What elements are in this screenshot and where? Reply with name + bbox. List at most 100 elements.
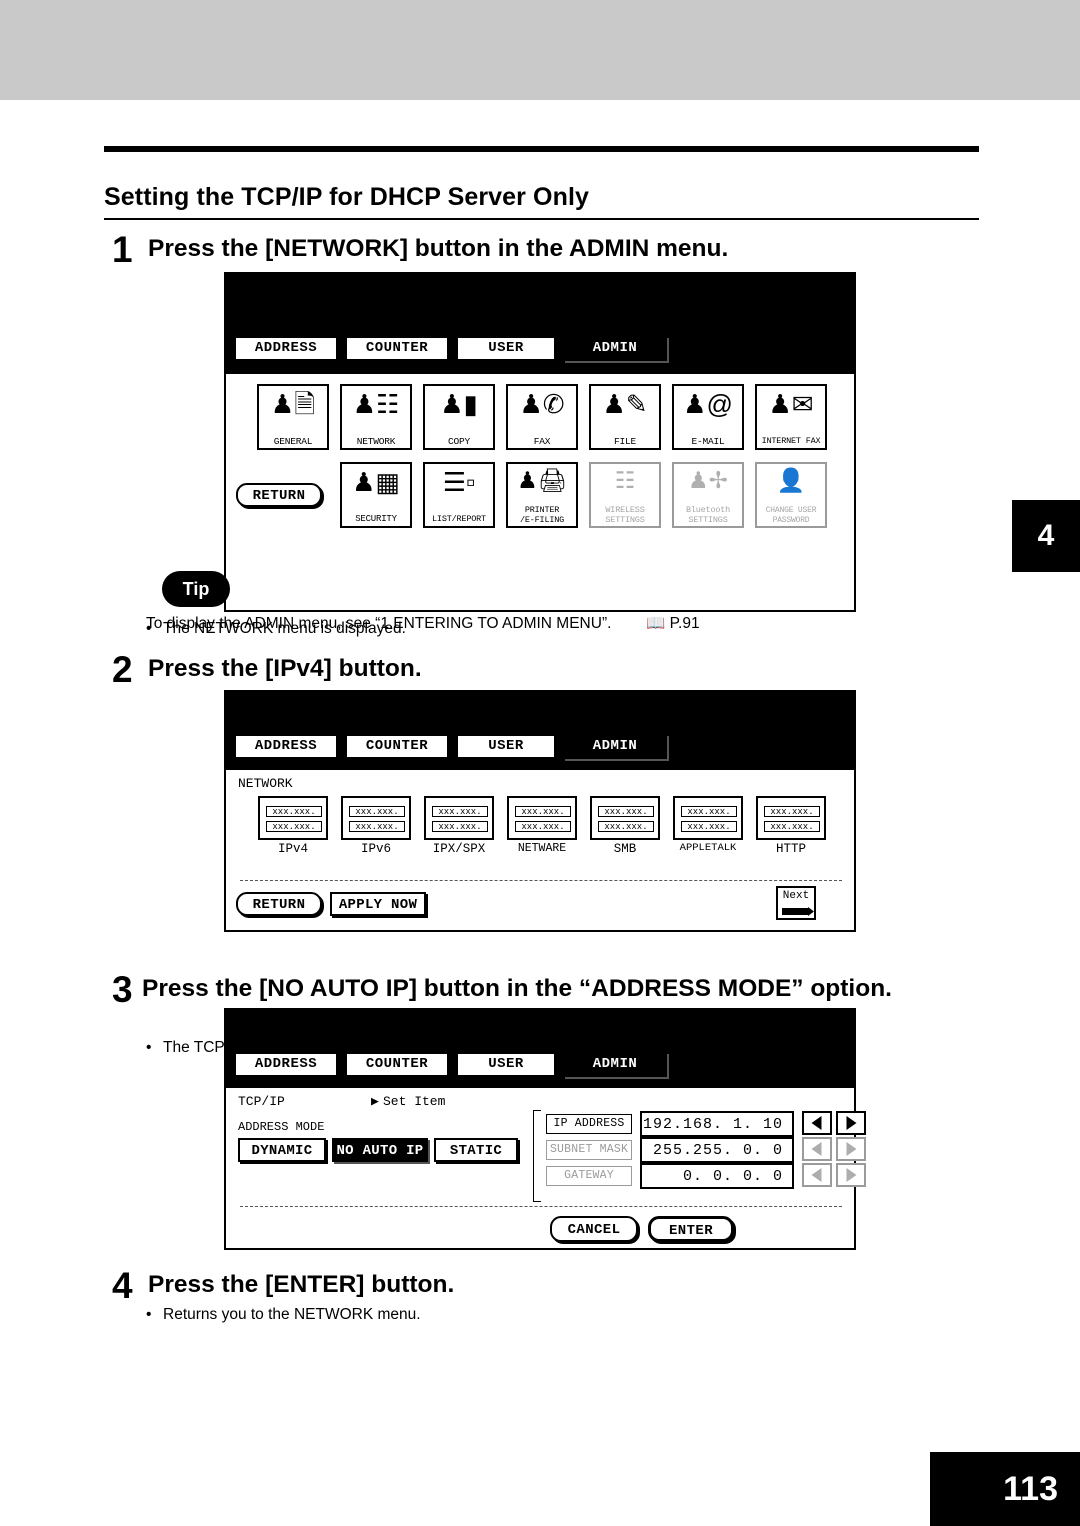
admin-button-wireless-label-2: SETTINGS: [605, 514, 645, 525]
ipv6-label: IPv6: [360, 842, 391, 856]
admin-button-security[interactable]: ♟▦ SECURITY: [340, 462, 412, 528]
tab-address-2[interactable]: ADDRESS: [234, 734, 338, 759]
gateway-value: 0. 0. 0. 0: [640, 1163, 794, 1189]
step-4-number: 4: [112, 1265, 133, 1306]
tab-counter-2[interactable]: COUNTER: [345, 734, 449, 759]
page-number: 113: [930, 1452, 1080, 1526]
step-4-text: Press the [ENTER] button.: [148, 1271, 455, 1298]
admin-button-network-label: NETWORK: [356, 435, 396, 447]
admin-button-general-label: GENERAL: [273, 435, 313, 447]
ip-address-left-arrow[interactable]: [802, 1111, 832, 1135]
tab-address[interactable]: ADDRESS: [234, 336, 338, 361]
tab-user-3[interactable]: USER: [456, 1052, 556, 1077]
admin-button-email[interactable]: ♟@ E-MAIL: [672, 384, 744, 450]
appletalk-label: APPLETALK: [679, 842, 737, 854]
admin-button-general[interactable]: ♟🗎 GENERAL: [257, 384, 329, 450]
cancel-button[interactable]: CANCEL: [550, 1216, 638, 1242]
subnet-mask-label: SUBNET MASK: [546, 1140, 632, 1160]
netware-line2: xxx.xxx.: [515, 821, 571, 832]
tab-user[interactable]: USER: [456, 336, 556, 361]
network-button-appletalk[interactable]: xxx.xxx. xxx.xxx. APPLETALK: [669, 796, 747, 862]
tab-counter-3[interactable]: COUNTER: [345, 1052, 449, 1077]
return-button-panel1[interactable]: RETURN: [236, 483, 322, 507]
network-button-http[interactable]: xxx.xxx. xxx.xxx. HTTP: [752, 796, 830, 862]
network-button-smb[interactable]: xxx.xxx. xxx.xxx. SMB: [586, 796, 664, 862]
network-button-ipv4[interactable]: xxx.xxx. xxx.xxx. IPv4: [254, 796, 332, 862]
gateway-label: GATEWAY: [546, 1166, 632, 1186]
tab-admin[interactable]: ADMIN: [563, 336, 667, 361]
mode-button-dynamic[interactable]: DYNAMIC: [238, 1138, 326, 1162]
admin-button-change-user-password: 👤 CHANGE USER PASSWORD: [755, 462, 827, 528]
admin-button-printer-efiling[interactable]: ♟🖨 PRINTER /E-FILING: [506, 462, 578, 528]
admin-button-internet-fax[interactable]: ♟✉ INTERNET FAX: [755, 384, 827, 450]
chapter-tab-mark: 4: [1012, 500, 1080, 572]
return-button-panel2[interactable]: RETURN: [236, 892, 322, 916]
network-button-ipx-spx[interactable]: xxx.xxx. xxx.xxx. IPX/SPX: [420, 796, 498, 862]
step-2-text: Press the [IPv4] button.: [148, 655, 422, 682]
admin-button-file-label: FILE: [613, 435, 636, 447]
tab-admin-3[interactable]: ADMIN: [563, 1052, 667, 1077]
ip-address-value[interactable]: 192.168. 1. 10: [640, 1111, 794, 1137]
ipv4-line2: xxx.xxx.: [266, 821, 322, 832]
tab-user-2[interactable]: USER: [456, 734, 556, 759]
gateway-left-arrow: [802, 1163, 832, 1187]
tab-admin-2[interactable]: ADMIN: [563, 734, 667, 759]
header-rule-thick: [104, 146, 979, 152]
admin-button-wireless-label-1: WIRELESS: [605, 504, 645, 515]
tip-text-main: To display the ADMIN menu, see “1.ENTERI…: [146, 615, 612, 632]
network-button-netware[interactable]: xxx.xxx. xxx.xxx. NETWARE: [503, 796, 581, 862]
mode-button-no-auto-ip[interactable]: NO AUTO IP: [332, 1138, 428, 1162]
network-button-ipv6[interactable]: xxx.xxx. xxx.xxx. IPv6: [337, 796, 415, 862]
step-2-number: 2: [112, 649, 133, 690]
tip-reference: P.91: [669, 615, 700, 632]
apply-now-button[interactable]: APPLY NOW: [330, 892, 426, 916]
netware-box: xxx.xxx. xxx.xxx.: [507, 796, 577, 840]
ipv6-line1: xxx.xxx.: [349, 806, 405, 817]
admin-button-file[interactable]: ♟✎ FILE: [589, 384, 661, 450]
bluetooth-icon: ♟✢: [688, 467, 728, 493]
tab-address-3[interactable]: ADDRESS: [234, 1052, 338, 1077]
subnet-mask-value: 255.255. 0. 0: [640, 1137, 794, 1163]
appletalk-box: xxx.xxx. xxx.xxx.: [673, 796, 743, 840]
netware-line1: xxx.xxx.: [515, 806, 571, 817]
tab-counter[interactable]: COUNTER: [345, 336, 449, 361]
ipxspx-line1: xxx.xxx.: [432, 806, 488, 817]
step-1-text: Press the [NETWORK] button in the ADMIN …: [148, 235, 729, 262]
admin-button-network[interactable]: ♟☷ NETWORK: [340, 384, 412, 450]
admin-button-bluetooth-settings: ♟✢ Bluetooth SETTINGS: [672, 462, 744, 528]
panel3-divider: [240, 1206, 842, 1207]
gateway-right-arrow: [836, 1163, 866, 1187]
change-user-password-icon: 👤: [776, 467, 806, 493]
admin-button-copy[interactable]: ♟▮ COPY: [423, 384, 495, 450]
ip-address-label: IP ADDRESS: [546, 1114, 632, 1134]
admin-button-list-report[interactable]: ☰▫ LIST/REPORT: [423, 462, 495, 528]
admin-button-security-label: SECURITY: [355, 513, 397, 524]
ipxspx-line2: xxx.xxx.: [432, 821, 488, 832]
page-top-band: [0, 0, 1080, 100]
panel-network-menu: ADDRESS COUNTER USER ADMIN NETWORK xxx.x…: [224, 690, 856, 932]
next-button-label: Next: [782, 890, 810, 902]
ipv6-line2: xxx.xxx.: [349, 821, 405, 832]
enter-button[interactable]: ENTER: [648, 1216, 734, 1242]
http-box: xxx.xxx. xxx.xxx.: [756, 796, 826, 840]
admin-button-printer-label-1: PRINTER: [524, 504, 560, 515]
admin-button-fax[interactable]: ♟✆ FAX: [506, 384, 578, 450]
smb-box: xxx.xxx. xxx.xxx.: [590, 796, 660, 840]
page-body: Setting the TCP/IP for DHCP Server Only …: [0, 100, 1080, 1526]
admin-button-internet-fax-label: INTERNET FAX: [761, 435, 821, 446]
mode-button-static[interactable]: STATIC: [434, 1138, 518, 1162]
ipv6-box: xxx.xxx. xxx.xxx.: [341, 796, 411, 840]
next-button[interactable]: Next: [776, 886, 816, 920]
panel-admin-menu: ADDRESS COUNTER USER ADMIN ♟🗎 GENERAL ♟☷…: [224, 272, 856, 612]
appletalk-line2: xxx.xxx.: [681, 821, 737, 832]
netware-label: NETWARE: [517, 842, 567, 855]
admin-button-list-report-label: LIST/REPORT: [432, 513, 486, 524]
panel3-title: TCP/IP: [238, 1094, 285, 1109]
book-icon: 📖: [646, 615, 666, 632]
admin-button-chpw-label-1: CHANGE USER: [765, 505, 817, 515]
person-document-icon: ♟🗎: [270, 389, 316, 419]
ipv4-line1: xxx.xxx.: [266, 806, 322, 817]
ip-address-right-arrow[interactable]: [836, 1111, 866, 1135]
field-group-bracket: [533, 1110, 541, 1202]
person-copy-icon: ♟▮: [440, 389, 478, 419]
